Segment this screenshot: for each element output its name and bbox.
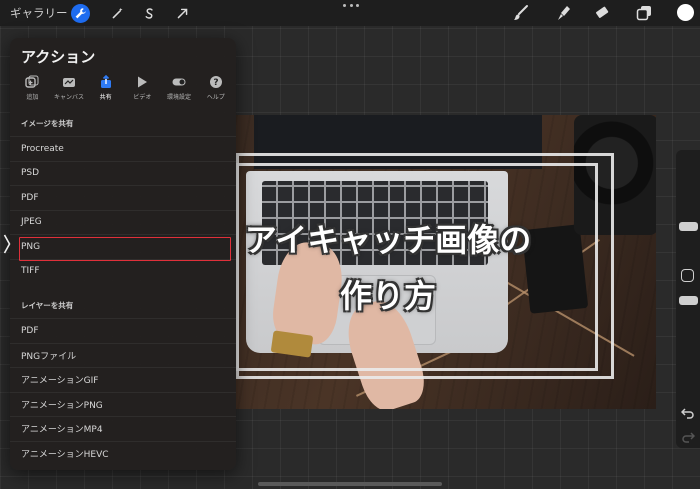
undo-arrow-icon[interactable] [680,404,695,419]
share-layers-animated-mp4[interactable]: アニメーションMP4 [10,416,236,441]
share-image-procreate[interactable]: Procreate [10,136,236,161]
tab-label: ヘルプ [206,94,225,101]
actions-panel: アクション 追加 キャンバス 共有 ビデオ 環境設定 ? ヘルプ イメージを共有… [10,38,236,470]
toggle-icon [172,75,186,89]
tab-canvas[interactable]: キャンバス [51,75,88,103]
share-image-jpeg[interactable]: JPEG [10,209,236,235]
share-layers-pdf[interactable]: PDF [10,318,236,343]
color-icon[interactable] [677,4,694,21]
chevron-right-icon[interactable] [3,233,11,255]
tab-add[interactable]: 追加 [14,75,51,103]
share-image-pdf[interactable]: PDF [10,185,236,210]
panel-title: アクション [21,48,96,66]
brush-size-slider[interactable] [679,222,698,231]
share-image-psd[interactable]: PSD [10,160,236,186]
share-image-header: イメージを共有 [21,119,74,128]
canvas-artwork[interactable]: アイキャッチ画像の 作り方 [236,115,656,409]
top-toolbar: ギャラリー [0,0,700,26]
share-layers-animated-png[interactable]: アニメーションPNG [10,391,236,417]
share-layers-header: レイヤーを共有 [21,301,74,310]
tab-label: キャンバス [54,94,85,101]
canvas-icon [62,75,76,89]
add-icon [25,75,39,89]
help-icon: ? [209,75,223,89]
brush-sidebar [676,150,700,448]
tab-help[interactable]: ? ヘルプ [197,75,234,103]
artwork-title-line-2: 作り方 [339,277,436,315]
share-image-png[interactable]: PNG [10,234,236,261]
tab-share[interactable]: 共有 [87,75,124,103]
transform-arrow-icon[interactable] [173,4,192,23]
share-layers-png-files[interactable]: PNGファイル [10,342,236,368]
more-options-icon[interactable] [343,4,359,10]
smudge-icon[interactable] [555,4,573,22]
share-icon [99,75,113,89]
svg-text:?: ? [213,78,218,88]
video-play-icon [135,75,149,89]
tab-video[interactable]: ビデオ [124,75,161,103]
gallery-button[interactable]: ギャラリー [10,5,68,21]
share-image-tiff[interactable]: TIFF [10,258,236,284]
share-layers-animated-hevc[interactable]: アニメーションHEVC [10,440,236,466]
share-layers-animated-gif[interactable]: アニメーションGIF [10,367,236,392]
eraser-icon[interactable] [593,4,611,22]
actions-tab-bar: 追加 キャンバス 共有 ビデオ 環境設定 ? ヘルプ [14,75,234,103]
home-indicator [258,482,442,486]
brush-opacity-slider[interactable] [679,296,698,305]
adjustments-wand-icon[interactable] [108,4,127,23]
tab-label: 追加 [26,94,39,101]
tab-label: 共有 [99,94,112,101]
redo-arrow-icon[interactable] [681,428,696,443]
share-layers-list: PDF PNGファイル アニメーションGIF アニメーションPNG アニメーショ… [10,318,236,465]
modify-square-icon[interactable] [681,269,694,282]
tab-preferences[interactable]: 環境設定 [161,75,198,103]
brush-icon[interactable] [512,4,530,22]
share-image-list: Procreate PSD PDF JPEG PNG TIFF [10,136,236,283]
tab-label: 環境設定 [167,94,192,101]
tab-label: ビデオ [133,94,152,101]
actions-wrench-icon[interactable] [71,4,90,23]
title-frame-inner [236,163,598,371]
layers-icon[interactable] [635,4,653,22]
artwork-title-line-1: アイキャッチ画像の [244,221,532,259]
selection-s-icon[interactable] [140,4,159,23]
